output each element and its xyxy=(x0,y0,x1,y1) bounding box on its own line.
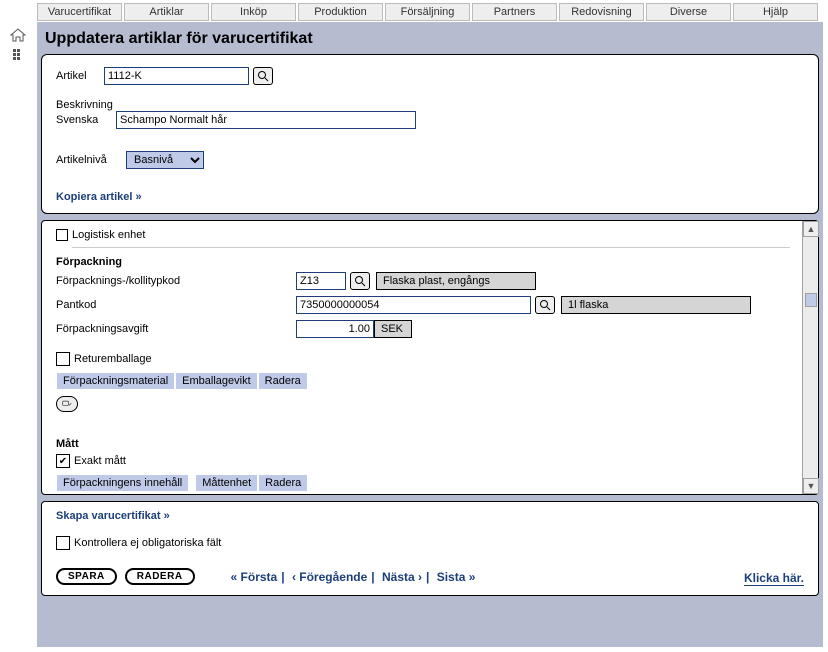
col-emballagevikt: Emballagevikt xyxy=(175,372,257,390)
stage: Uppdatera artiklar för varucertifikat Ar… xyxy=(37,22,823,647)
klicka-har-link[interactable]: Klicka här. xyxy=(744,571,804,585)
packtype-label: Förpacknings-/kollitypkod xyxy=(56,275,296,287)
scroll-down-icon[interactable]: ▼ xyxy=(803,478,819,494)
col-radera-1: Radera xyxy=(258,372,308,390)
returemballage-label: Returemballage xyxy=(74,353,152,365)
kontrollera-ej-label: Kontrollera ej obligatoriska fält xyxy=(74,537,221,549)
scroll-up-icon[interactable]: ▲ xyxy=(803,221,819,237)
pager-next[interactable]: Nästa › xyxy=(382,570,422,584)
fee-input[interactable] xyxy=(296,320,374,338)
packaging-card: ▲ ▼ Logistisk enhet Förpackning Förpackn… xyxy=(41,220,819,495)
fee-unit: SEK xyxy=(374,320,412,338)
pager-first[interactable]: « Första xyxy=(231,570,278,584)
matt-heading: Mått xyxy=(56,438,790,450)
packtype-lookup-icon[interactable] xyxy=(350,272,370,290)
fee-label: Förpackningsavgift xyxy=(56,323,296,335)
forpackning-heading: Förpackning xyxy=(56,256,790,268)
pantkod-lookup-icon[interactable] xyxy=(535,296,555,314)
menu-redovisning[interactable]: Redovisning xyxy=(559,3,644,21)
radera-button[interactable]: RADERA xyxy=(125,568,195,585)
menu-forsaljning[interactable]: Försäljning xyxy=(385,3,470,21)
menu-produktion[interactable]: Produktion xyxy=(298,3,383,21)
footer-card: Skapa varucertifikat » Kontrollera ej ob… xyxy=(41,501,819,596)
packtype-input[interactable] xyxy=(296,272,346,290)
kopiera-artikel-link[interactable]: Kopiera artikel » xyxy=(56,191,804,203)
returemballage-checkbox[interactable] xyxy=(56,352,70,366)
artikelniva-label: Artikelnivå xyxy=(56,154,126,166)
spara-button[interactable]: SPARA xyxy=(56,568,117,585)
menu-varucertifikat[interactable]: Varucertifikat xyxy=(37,3,122,21)
artikel-label: Artikel xyxy=(56,70,104,82)
exakt-matt-label: Exakt mått xyxy=(74,455,126,467)
exakt-matt-checkbox[interactable]: ✔ xyxy=(56,454,70,468)
scrollbar[interactable]: ▲ ▼ xyxy=(802,221,818,494)
artikel-lookup-icon[interactable] xyxy=(253,67,273,85)
scroll-thumb[interactable] xyxy=(805,293,817,307)
menu-hjalp[interactable]: Hjälp xyxy=(733,3,818,21)
separator xyxy=(72,247,790,248)
menu-inkop[interactable]: Inköp xyxy=(211,3,296,21)
left-icon-strip xyxy=(5,24,30,66)
menu-artiklar[interactable]: Artiklar xyxy=(124,3,209,21)
col-mattenhet: Måttenhet xyxy=(195,474,258,492)
logistisk-enhet-checkbox[interactable] xyxy=(56,229,68,241)
pager: « Första| ‹ Föregående| Nästa ›| Sista » xyxy=(231,570,476,584)
artikelniva-select[interactable]: Basnivå xyxy=(126,151,204,169)
svenska-label: Svenska xyxy=(56,114,116,126)
add-row-button[interactable] xyxy=(56,396,78,412)
menubar: Varucertifikat Artiklar Inköp Produktion… xyxy=(37,3,823,21)
menu-partners[interactable]: Partners xyxy=(472,3,557,21)
col-radera-2: Radera xyxy=(258,474,308,492)
pager-last[interactable]: Sista » xyxy=(437,570,476,584)
article-card: Artikel Beskrivning Svenska Artikelnivå … xyxy=(41,54,819,214)
pager-prev[interactable]: ‹ Föregående xyxy=(292,570,367,584)
svenska-input[interactable] xyxy=(116,111,416,129)
skapa-varucertifikat-link[interactable]: Skapa varucertifikat » xyxy=(56,510,804,522)
page-title: Uppdatera artiklar för varucertifikat xyxy=(45,30,823,48)
col-forpackningens-innehall: Förpackningens innehåll xyxy=(56,474,189,492)
pantkod-display: 1l flaska xyxy=(561,296,751,314)
beskrivning-label: Beskrivning xyxy=(56,99,804,111)
col-forpackningsmaterial: Förpackningsmaterial xyxy=(56,372,175,390)
grid-icon[interactable] xyxy=(12,48,24,60)
kontrollera-ej-checkbox[interactable] xyxy=(56,536,70,550)
home-icon[interactable] xyxy=(10,28,26,42)
packtype-display: Flaska plast, engångs xyxy=(376,272,536,290)
logistisk-enhet-label: Logistisk enhet xyxy=(72,229,145,241)
pantkod-label: Pantkod xyxy=(56,299,296,311)
artikel-input[interactable] xyxy=(104,67,249,85)
pantkod-input[interactable] xyxy=(296,296,531,314)
menu-diverse[interactable]: Diverse xyxy=(646,3,731,21)
